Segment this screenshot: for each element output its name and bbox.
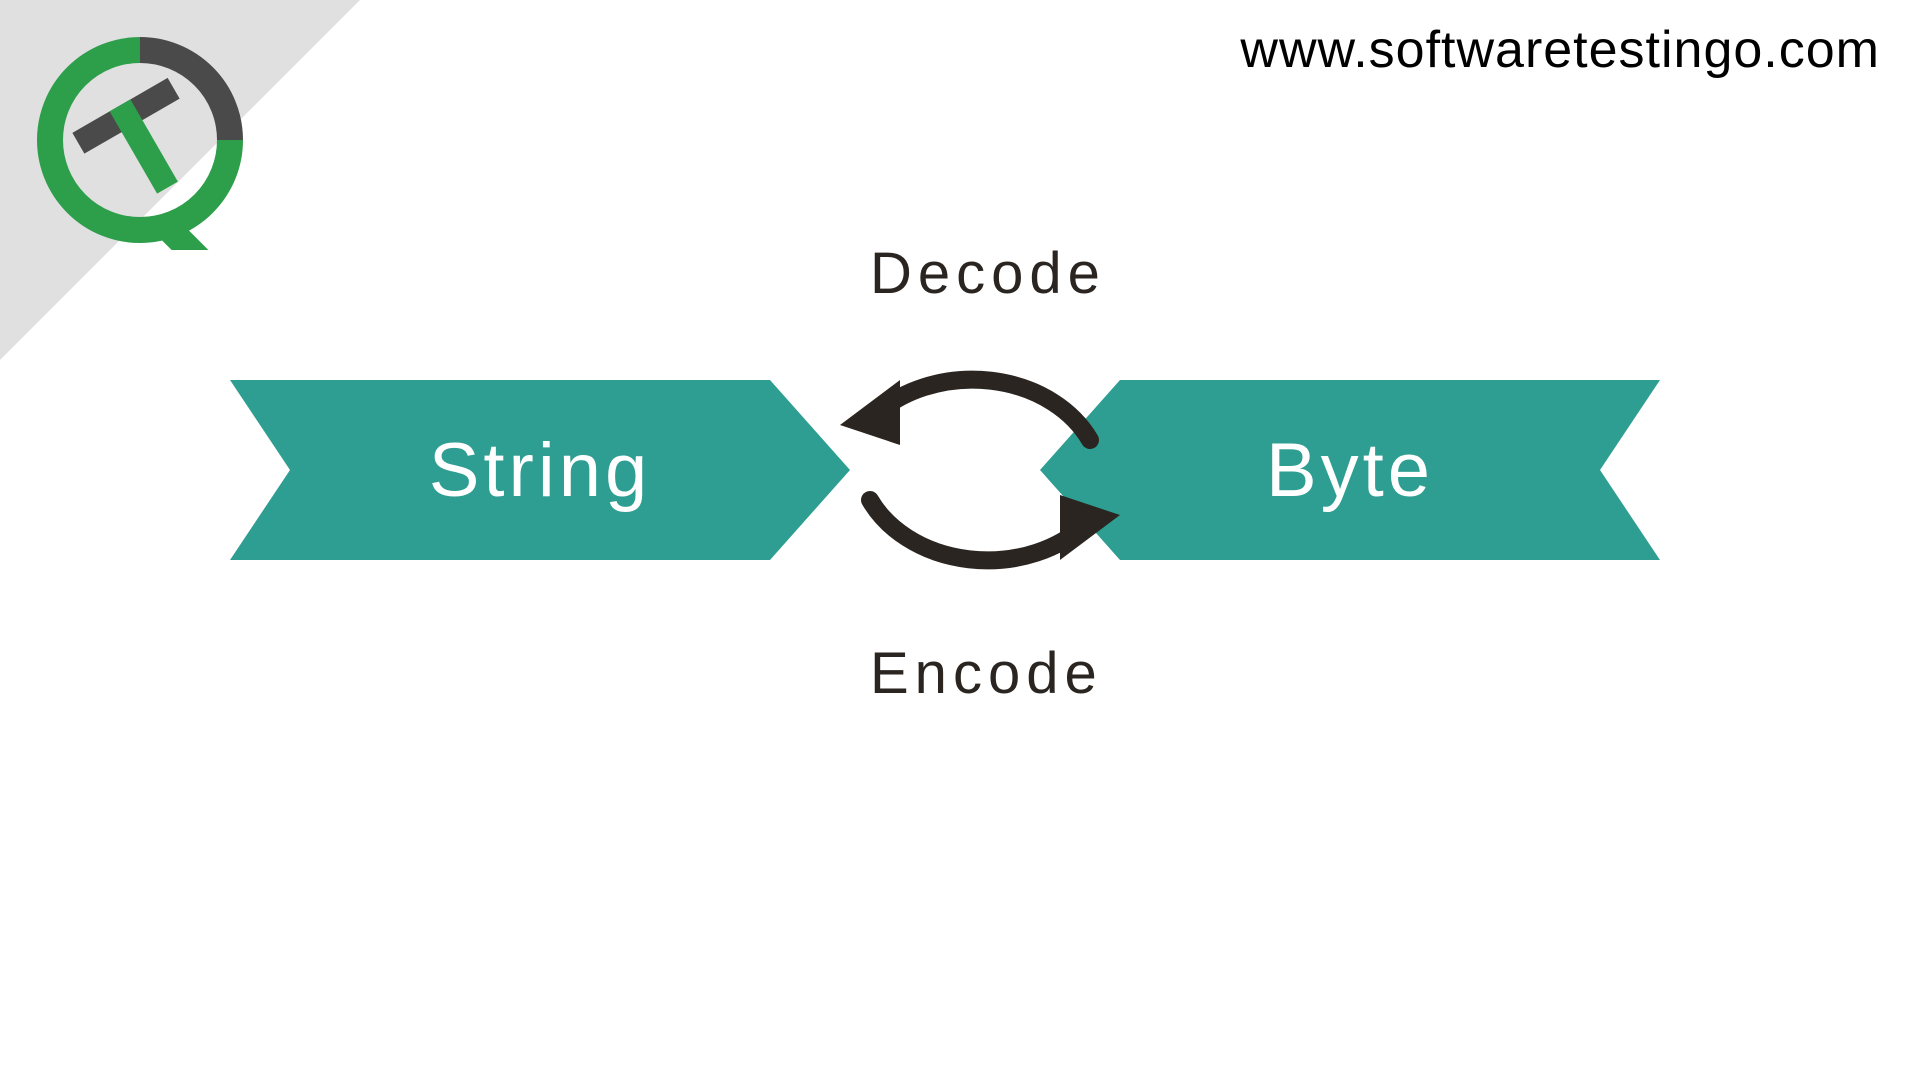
logo-icon [30, 30, 250, 250]
decode-label: Decode [870, 240, 1106, 307]
string-label: String [429, 427, 652, 514]
logo [30, 30, 250, 250]
encode-decode-diagram: String Byte Decode Encode [0, 260, 1920, 860]
cycle-arrows [820, 310, 1140, 630]
cycle-arrows-icon [820, 310, 1140, 630]
byte-label: Byte [1266, 427, 1434, 514]
encode-label: Encode [870, 640, 1103, 707]
website-url: www.softwaretestingo.com [1240, 20, 1880, 80]
string-banner: String [230, 380, 850, 560]
